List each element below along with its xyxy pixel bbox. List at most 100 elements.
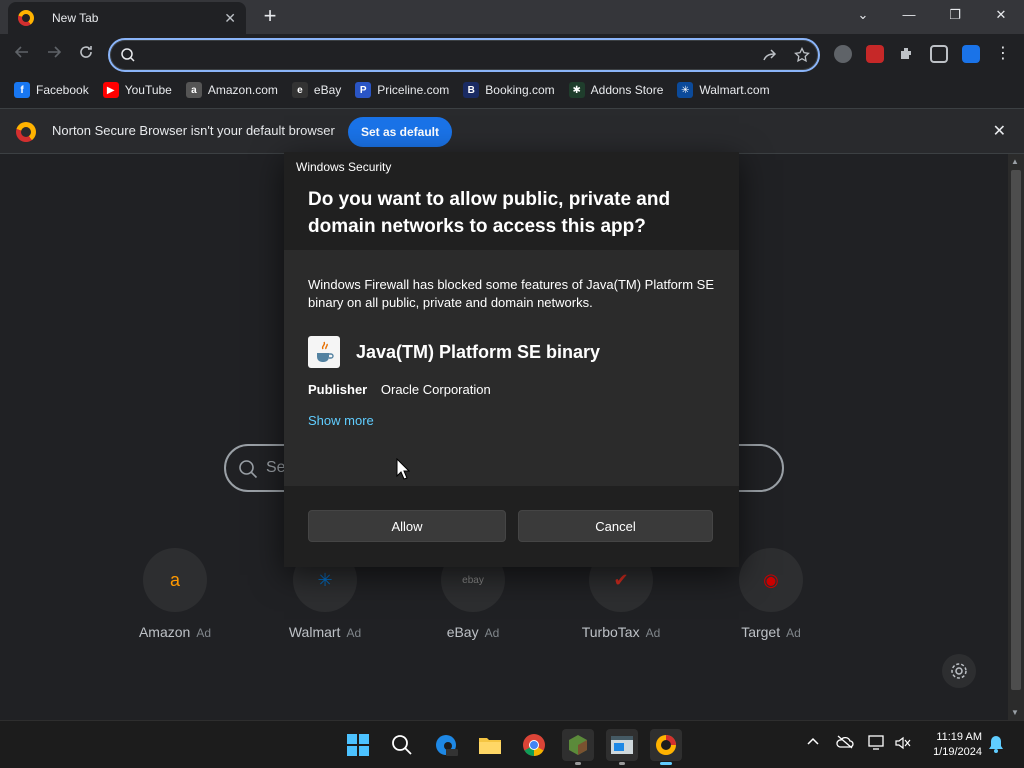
network-icon[interactable] — [868, 735, 886, 754]
clock-date: 1/19/2024 — [933, 746, 982, 758]
java-icon — [308, 336, 340, 368]
volume-muted-icon[interactable] — [894, 735, 912, 754]
norton-vpn-icon[interactable] — [962, 45, 980, 63]
onedrive-offline-icon[interactable] — [836, 735, 854, 752]
bookmark-item[interactable]: B Booking.com — [463, 82, 555, 98]
gear-icon — [951, 663, 967, 679]
search-icon — [120, 47, 136, 68]
dialog-caption: Windows Security — [296, 160, 392, 174]
walmart-icon: ✳ — [677, 82, 694, 98]
bookmark-label: Facebook — [36, 83, 89, 97]
ad-badge: Ad — [196, 626, 212, 640]
reload-icon — [80, 46, 92, 58]
scroll-down-arrow-icon[interactable]: ▼ — [1011, 708, 1019, 717]
ad-badge: Ad — [346, 626, 362, 640]
side-panel-icon[interactable] — [930, 45, 948, 63]
scrollbar-thumb[interactable] — [1011, 170, 1021, 690]
restore-button[interactable]: ❐ — [932, 0, 978, 30]
bookmark-label: YouTube — [124, 83, 172, 97]
priceline-icon: P — [355, 82, 372, 98]
shortcut-name: eBay — [446, 624, 479, 640]
page-scrollbar[interactable]: ▲ ▼ — [1008, 154, 1024, 720]
share-icon[interactable] — [762, 47, 778, 68]
bookmark-item[interactable]: f Facebook — [14, 82, 89, 98]
norton-browser-taskbar-icon[interactable] — [650, 729, 682, 765]
back-button[interactable] — [10, 43, 34, 67]
tab-search-button[interactable]: ⌄ — [840, 0, 886, 30]
infobar-close-icon[interactable]: ✕ — [993, 121, 1006, 141]
dialog-header: Windows Security Do you want to allow pu… — [284, 152, 739, 250]
windows-logo-icon — [347, 734, 369, 756]
bookmark-label: Addons Store — [590, 83, 664, 97]
set-as-default-button[interactable]: Set as default — [348, 117, 452, 147]
target-icon: ◉ — [739, 548, 803, 612]
address-bar[interactable] — [108, 38, 820, 72]
clock[interactable]: 11:19 AM 1/19/2024 — [918, 730, 982, 760]
running-indicator — [619, 762, 625, 765]
dialog-title: Do you want to allow public, private and… — [308, 189, 671, 237]
page-search-placeholder: Se — [266, 459, 286, 476]
norton-safe-web-icon[interactable] — [834, 45, 852, 63]
minecraft-launcher-icon[interactable] — [562, 729, 594, 765]
windows-security-dialog: Windows Security Do you want to allow pu… — [284, 152, 739, 567]
toolbar: ⋮ — [0, 34, 1024, 76]
norton-logo-icon — [16, 122, 36, 142]
bookmark-item[interactable]: ▶ YouTube — [102, 82, 172, 98]
edge-pre-icon[interactable] — [430, 729, 462, 761]
allow-button[interactable]: Allow — [308, 510, 506, 542]
shortcut-tile[interactable]: a Amazon Ad — [120, 548, 230, 640]
bookmarks-bar: f Facebook ▶ YouTube a Amazon.com e eBay P Pricel… — [0, 76, 1024, 104]
scroll-up-arrow-icon[interactable]: ▲ — [1011, 157, 1019, 166]
bookmark-item[interactable]: a Amazon.com — [185, 82, 278, 98]
facebook-icon: f — [14, 82, 30, 98]
bookmark-item[interactable]: P Priceline.com — [355, 82, 449, 98]
file-explorer-icon[interactable] — [474, 729, 506, 761]
reload-button[interactable] — [74, 43, 98, 67]
active-indicator — [660, 762, 672, 765]
amazon-icon: a — [185, 82, 202, 98]
shortcut-label: Target Ad — [716, 624, 826, 640]
shortcut-label: TurboTax Ad — [566, 624, 676, 640]
show-hidden-icons-chevron-icon[interactable] — [806, 735, 820, 752]
app-info-row: Java(TM) Platform SE binary — [308, 336, 600, 368]
addons-store-icon: ✱ — [568, 82, 585, 98]
shortcut-name: Amazon — [138, 624, 191, 640]
back-arrow-icon — [14, 46, 28, 58]
shortcut-name: TurboTax — [581, 624, 640, 640]
bookmark-item[interactable]: ✳ Walmart.com — [677, 82, 770, 98]
norton-browser-icon — [18, 10, 34, 26]
publisher-value: Oracle Corporation — [380, 382, 491, 397]
default-browser-infobar: Norton Secure Browser isn't your default… — [0, 108, 1024, 154]
show-more-link[interactable]: Show more — [308, 413, 374, 428]
password-manager-icon[interactable] — [866, 45, 884, 63]
ad-badge: Ad — [645, 626, 661, 640]
windows-taskbar: 11:19 AM 1/19/2024 — [0, 720, 1024, 768]
app-window-icon[interactable] — [606, 729, 638, 765]
forward-button[interactable] — [42, 43, 66, 67]
cancel-button[interactable]: Cancel — [518, 510, 713, 542]
shortcut-name: Target — [741, 624, 781, 640]
start-button[interactable] — [342, 729, 374, 761]
publisher-label: Publisher — [308, 382, 368, 397]
minimize-button[interactable]: — — [886, 0, 932, 30]
youtube-icon: ▶ — [102, 82, 119, 98]
shortcut-name: Walmart — [288, 624, 341, 640]
bookmark-item[interactable]: ✱ Addons Store — [568, 82, 664, 98]
bookmark-item[interactable]: e eBay — [291, 82, 341, 98]
customize-settings-button[interactable] — [942, 654, 976, 688]
ebay-icon: e — [291, 82, 308, 98]
chrome-icon[interactable] — [518, 729, 550, 761]
running-indicator — [575, 762, 581, 765]
browser-tab[interactable]: New Tab ✕ — [8, 2, 246, 34]
bookmark-label: Priceline.com — [377, 83, 450, 97]
notification-bell-icon[interactable] — [988, 735, 1004, 756]
close-window-button[interactable]: ✕ — [978, 0, 1024, 30]
dialog-footer: Allow Cancel — [284, 486, 739, 567]
taskbar-search-button[interactable] — [386, 729, 418, 761]
extensions-puzzle-icon[interactable] — [898, 45, 916, 63]
new-tab-button[interactable]: + — [258, 4, 282, 28]
bookmark-star-icon[interactable] — [794, 46, 810, 68]
tab-close-icon[interactable]: ✕ — [224, 10, 236, 27]
publisher-row: Publisher Oracle Corporation — [308, 382, 491, 397]
menu-kebab-icon[interactable]: ⋮ — [994, 45, 1012, 63]
